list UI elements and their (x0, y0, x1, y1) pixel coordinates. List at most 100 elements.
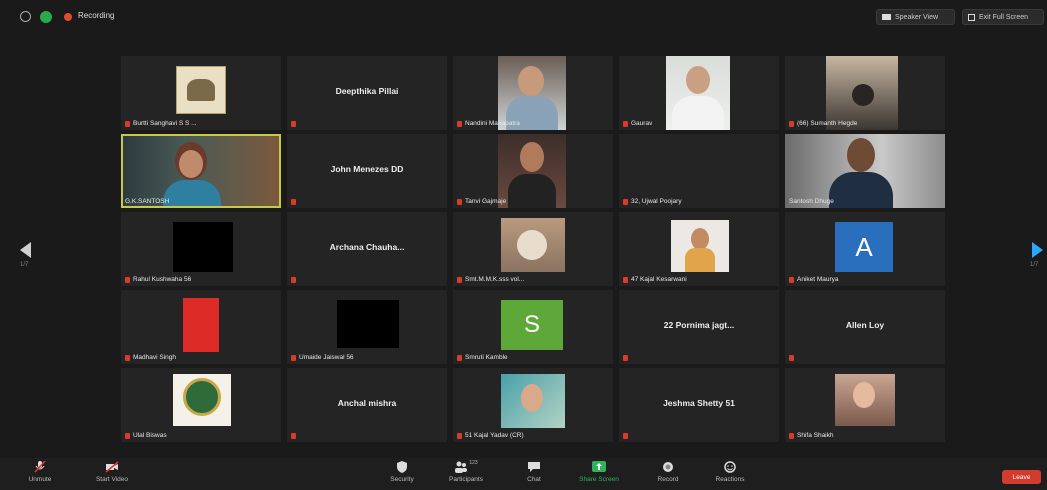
participant-name: Smruti Kamble (457, 354, 508, 361)
participant-video (123, 136, 279, 206)
recording-label: Recording (78, 11, 115, 20)
participant-tile[interactable]: Deepthika Pillai (287, 56, 447, 130)
participant-name (789, 355, 794, 361)
share-screen-button[interactable]: Share Screen (571, 460, 627, 488)
participant-video-blank (337, 300, 399, 348)
participant-tile-active-speaker[interactable]: G.K.SANTOSH (121, 134, 281, 208)
participant-display-name: Allen Loy (845, 320, 885, 330)
previous-page-arrow-icon[interactable] (20, 242, 31, 258)
participant-name: 51 Kajal Yadav (CR) (457, 432, 524, 439)
participant-video (498, 134, 566, 208)
participant-name: Aniket Maurya (789, 276, 839, 283)
next-page-indicator: 1/7 (1030, 262, 1039, 268)
participant-name (623, 433, 628, 439)
participant-display-name: John Menezes DD (330, 164, 404, 174)
participant-photo (826, 56, 898, 130)
exit-full-screen-icon (968, 13, 975, 21)
participant-tile[interactable]: Umaide Jaiswal 56 (287, 290, 447, 364)
participant-tile[interactable]: (66) Sumanth Hegde (785, 56, 945, 130)
muted-mic-icon (291, 121, 296, 127)
participant-tile[interactable]: Shifa Shaikh (785, 368, 945, 442)
participant-tile[interactable]: 51 Kajal Yadav (CR) (453, 368, 613, 442)
participant-tile[interactable]: Madhavi Singh (121, 290, 281, 364)
participant-tile[interactable]: Jeshma Shetty 51 (619, 368, 779, 442)
muted-mic-icon (457, 198, 462, 205)
muted-mic-icon (457, 120, 462, 127)
participant-tile[interactable]: Archana Chauha... (287, 212, 447, 286)
participant-tile[interactable]: 22 Pornima jagt... (619, 290, 779, 364)
participant-name: 32, Ujwal Poojary (623, 198, 682, 205)
muted-mic-icon (789, 432, 794, 439)
security-button[interactable]: Security (374, 460, 430, 488)
participant-name: Gaurav (623, 120, 652, 127)
muted-mic-icon (291, 354, 296, 361)
participant-name: Umaide Jaiswal 56 (291, 354, 354, 361)
participant-tile[interactable]: A Aniket Maurya (785, 212, 945, 286)
exit-full-screen-button[interactable]: Exit Full Screen (962, 9, 1044, 25)
participant-name: 47 Kajal Kesarwani (623, 276, 687, 283)
participant-display-name: Archana Chauha... (329, 242, 405, 252)
participant-tile[interactable]: John Menezes DD (287, 134, 447, 208)
participants-button[interactable]: 123 Participants (438, 460, 494, 488)
muted-mic-icon (457, 432, 462, 439)
muted-mic-icon (125, 120, 130, 127)
participant-tile[interactable]: Burtti Sanghavi S S ... (121, 56, 281, 130)
participant-display-name: Deepthika Pillai (335, 86, 399, 96)
next-page-arrow-icon[interactable] (1032, 242, 1043, 258)
participant-name: Burtti Sanghavi S S ... (125, 120, 197, 127)
participant-tile[interactable]: Smt.M.M.K.sss vol... (453, 212, 613, 286)
chat-button[interactable]: Chat (506, 460, 562, 488)
participant-tile[interactable]: S Smruti Kamble (453, 290, 613, 364)
muted-mic-icon (291, 433, 296, 439)
participant-video-blank (173, 222, 233, 272)
muted-mic-icon (623, 276, 628, 283)
record-button[interactable]: Record (640, 460, 696, 488)
shield-icon[interactable] (40, 11, 52, 23)
participant-tile[interactable]: Anchal mishra (287, 368, 447, 442)
participant-tile[interactable]: 47 Kajal Kesarwani (619, 212, 779, 286)
participant-name: (66) Sumanth Hegde (789, 120, 857, 127)
participant-tile[interactable]: Tanvi Gajmaje (453, 134, 613, 208)
video-camera-off-icon (105, 461, 119, 473)
start-video-button[interactable]: Start Video (84, 460, 140, 488)
participant-tile[interactable]: Allen Loy (785, 290, 945, 364)
participants-icon (455, 461, 468, 473)
speaker-view-icon (882, 14, 891, 20)
muted-mic-icon (789, 120, 794, 127)
muted-mic-icon (623, 120, 628, 127)
muted-mic-icon (789, 276, 794, 283)
participant-tile[interactable]: Ulal Biswas (121, 368, 281, 442)
participant-avatar: A (835, 222, 893, 272)
participant-name (291, 121, 296, 127)
participant-display-name: Jeshma Shetty 51 (663, 398, 735, 408)
muted-mic-icon (291, 199, 296, 205)
reactions-button[interactable]: Reactions (702, 460, 758, 488)
participant-tile[interactable]: 32, Ujwal Poojary (619, 134, 779, 208)
participant-tile[interactable]: Santosh Dhuge (785, 134, 945, 208)
chat-bubble-icon (528, 462, 540, 472)
participant-tile[interactable]: Rahul Kushwaha 56 (121, 212, 281, 286)
participant-display-name: 22 Pornima jagt... (663, 320, 735, 330)
leave-meeting-button[interactable]: Leave (1002, 470, 1041, 484)
gallery-grid: Burtti Sanghavi S S ... Deepthika Pillai… (121, 56, 945, 444)
muted-mic-icon (125, 354, 130, 361)
college-emblem-image (173, 374, 231, 426)
participant-name (623, 355, 628, 361)
participant-name (291, 433, 296, 439)
share-screen-icon (592, 461, 606, 472)
muted-mic-icon (291, 277, 296, 283)
emoji-reaction-icon (724, 461, 736, 473)
record-icon (663, 462, 673, 472)
participant-name: G.K.SANTOSH (125, 198, 170, 205)
meeting-toolbar: Unmute Start Video Security 123 Particip… (0, 458, 1047, 490)
shield-icon (397, 461, 407, 473)
participant-photo (835, 374, 895, 426)
participant-tile[interactable]: Gaurav (619, 56, 779, 130)
previous-page-indicator: 1/7 (20, 262, 29, 268)
unmute-button[interactable]: Unmute (12, 460, 68, 488)
participant-tile[interactable]: Nandini Mahapatra (453, 56, 613, 130)
participant-video (498, 56, 566, 130)
info-icon[interactable] (20, 11, 31, 22)
speaker-view-button[interactable]: Speaker View (876, 9, 955, 25)
participant-video (785, 134, 945, 208)
